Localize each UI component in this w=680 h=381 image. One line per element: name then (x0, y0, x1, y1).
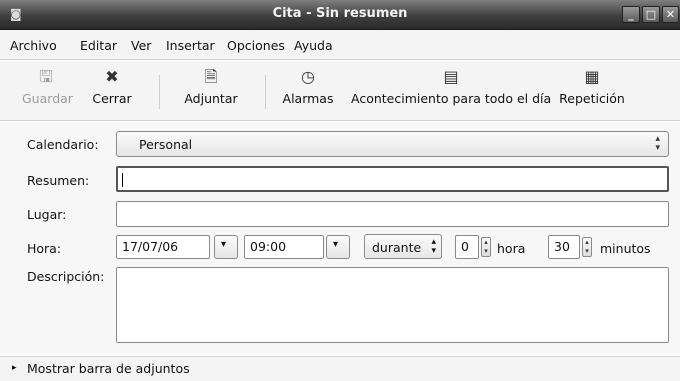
alarms-button[interactable]: ◷ Alarmas (277, 66, 339, 106)
minutes-input[interactable]: 30 (548, 235, 580, 259)
appointment-form: Calendario: Personal ▴ ▾ Resumen: Lugar: … (0, 122, 680, 355)
menu-ver[interactable]: Ver (131, 38, 151, 53)
menu-ayuda[interactable]: Ayuda (294, 38, 333, 53)
recurrence-button[interactable]: ▦ Repetición (556, 66, 628, 106)
menu-archivo[interactable]: Archivo (10, 38, 57, 53)
toolbar-separator (159, 75, 160, 109)
attachment-icon: 🗎 (204, 67, 218, 86)
calendar-label: Calendario: (27, 137, 99, 152)
maximize-button[interactable]: □ (642, 6, 660, 23)
attach-button[interactable]: 🗎 Adjuntar (173, 66, 249, 106)
dropdown-arrow-icon: ▾ (221, 239, 227, 250)
show-attachments-toggle[interactable]: Mostrar barra de adjuntos (27, 361, 190, 376)
window-title: Cita - Sin resumen (272, 6, 408, 21)
hours-spin-button[interactable]: ▴ ▾ (481, 237, 491, 257)
date-picker-button[interactable]: ▾ (214, 235, 238, 259)
time-label: Hora: (27, 241, 62, 256)
minimize-button[interactable]: _ (622, 6, 640, 23)
updown-arrows-icon: ▴ ▾ (431, 237, 436, 256)
duration-mode-value: durante (372, 240, 422, 255)
toolbar-separator (265, 75, 266, 109)
save-button[interactable]: 🖫 Guardar (22, 66, 73, 106)
menu-editar[interactable]: Editar (80, 38, 117, 53)
clock-icon: ◷ (301, 67, 315, 86)
close-icon: ✖ (105, 67, 119, 86)
hours-unit-label: hora (497, 241, 526, 256)
time-input[interactable]: 09:00 (244, 235, 324, 259)
close-button[interactable]: ✖ Cerrar (91, 66, 133, 106)
menu-opciones[interactable]: Opciones (227, 38, 285, 53)
location-label: Lugar: (27, 207, 67, 222)
close-window-button[interactable]: ✕ (662, 6, 679, 23)
text-cursor (122, 173, 123, 187)
menu-insertar[interactable]: Insertar (166, 38, 215, 53)
summary-label: Resumen: (27, 173, 90, 188)
toolbar: 🖫 Guardar ✖ Cerrar 🗎 Adjuntar ◷ Alarmas … (0, 61, 680, 121)
floppy-disk-icon: 🖫 (39, 67, 53, 86)
time-dropdown-button[interactable]: ▾ (326, 235, 350, 259)
attachment-bar: ▸ Mostrar barra de adjuntos (0, 356, 680, 381)
hours-input[interactable]: 0 (455, 235, 479, 259)
updown-arrows-icon: ▴ ▾ (655, 134, 660, 153)
description-label: Descripción: (27, 269, 105, 284)
all-day-calendar-icon: ▤ (443, 67, 459, 86)
repeat-calendar-icon: ▦ (584, 67, 600, 86)
location-input[interactable] (116, 201, 669, 227)
calendar-select[interactable]: Personal ▴ ▾ (116, 131, 669, 157)
calendar-select-value: Personal (139, 137, 193, 152)
description-textarea[interactable] (116, 267, 669, 343)
date-input[interactable]: 17/07/06 (116, 235, 210, 259)
title-bar: ◙ Cita - Sin resumen _ □ ✕ (0, 0, 680, 30)
summary-input[interactable] (116, 166, 669, 192)
minutes-unit-label: minutos (600, 241, 651, 256)
minutes-spin-button[interactable]: ▴ ▾ (582, 237, 592, 257)
duration-mode-select[interactable]: durante ▴ ▾ (364, 234, 442, 259)
all-day-event-button[interactable]: ▤ Acontecimiento para todo el día (351, 66, 551, 106)
dropdown-arrow-icon: ▾ (333, 239, 339, 250)
expander-arrow-icon[interactable]: ▸ (12, 363, 17, 373)
menu-bar: Archivo Editar Ver Insertar Opciones Ayu… (0, 30, 680, 60)
